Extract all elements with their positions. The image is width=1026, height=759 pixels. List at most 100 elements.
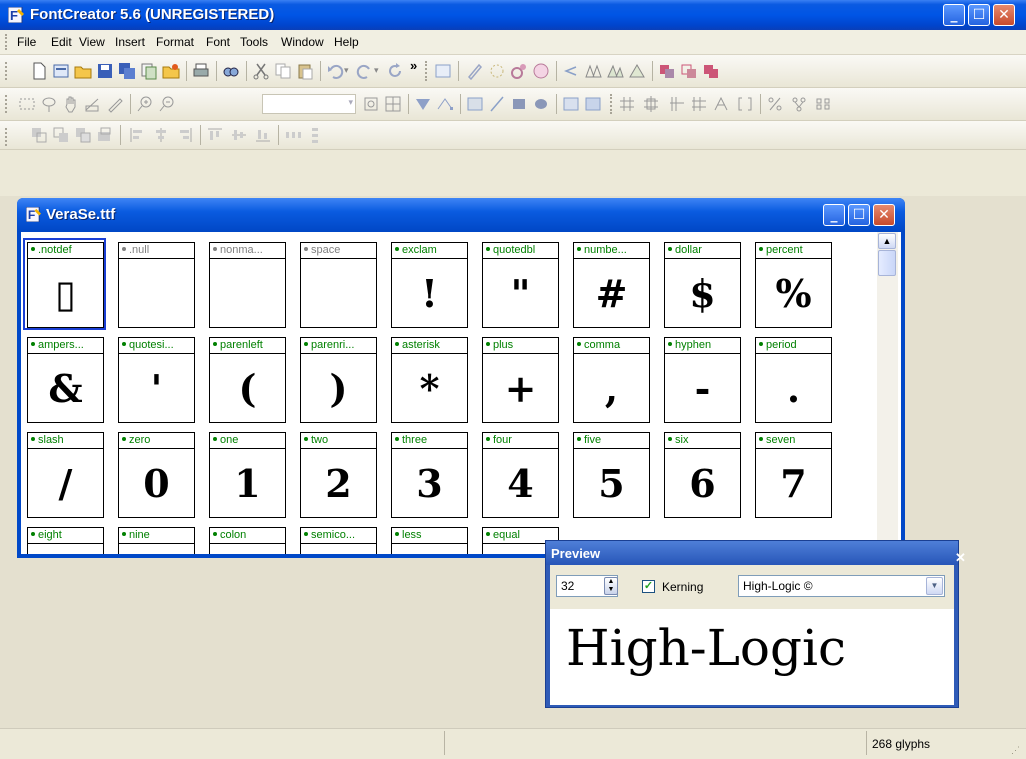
glyph-cell[interactable]: two 2 — [300, 432, 377, 518]
mark-icon[interactable] — [814, 95, 832, 113]
font-window-minimize-button[interactable]: _ — [823, 204, 845, 226]
save-all-icon[interactable] — [118, 62, 136, 80]
scroll-up-button[interactable]: ▲ — [878, 233, 896, 249]
zoom-fit-icon[interactable] — [362, 95, 380, 113]
ellipse-tool-icon[interactable] — [532, 95, 550, 113]
toolbar-grip[interactable] — [5, 62, 10, 80]
glyph-cell[interactable]: slash / — [27, 432, 104, 518]
find-icon[interactable] — [222, 62, 240, 80]
kerning-checkbox[interactable]: ✓ — [642, 580, 655, 593]
line-tool-icon[interactable] — [488, 95, 506, 113]
menu-view[interactable]: View — [79, 35, 105, 49]
distribute-horizontal-icon[interactable] — [284, 126, 302, 144]
glyph-cell[interactable]: three 3 — [391, 432, 468, 518]
metrics-icon[interactable] — [668, 95, 686, 113]
shape-union-icon[interactable] — [658, 62, 676, 80]
glyph-cell[interactable]: hyphen - — [664, 337, 741, 423]
spacing-icon[interactable] — [712, 95, 730, 113]
pen-tool-icon[interactable] — [466, 62, 484, 80]
align-left-icon[interactable] — [128, 126, 146, 144]
print-icon[interactable] — [192, 62, 210, 80]
align-center-icon[interactable] — [152, 126, 170, 144]
link-glyph-icon[interactable] — [510, 62, 528, 80]
cut-icon[interactable] — [252, 62, 270, 80]
menu-insert[interactable]: Insert — [115, 35, 145, 49]
glyph-cell[interactable]: parenleft ( — [209, 337, 286, 423]
spin-up-icon[interactable]: ▲ — [605, 578, 617, 586]
hand-pan-icon[interactable] — [62, 95, 80, 113]
open-project-icon[interactable] — [162, 62, 180, 80]
glyph-cell[interactable]: exclam! — [391, 242, 468, 328]
glyph-cell[interactable]: parenri...) — [300, 337, 377, 423]
glyph-cell[interactable]: ampers... & — [27, 337, 104, 423]
shape-intersect-icon[interactable] — [680, 62, 698, 80]
bring-forward-icon[interactable] — [74, 126, 92, 144]
glyph-cell[interactable]: quotesi... ' — [118, 337, 195, 423]
glyph-cell[interactable]: period. — [755, 337, 832, 423]
glyph-cell[interactable]: nonma... — [209, 242, 286, 328]
menu-edit[interactable]: Edit — [51, 35, 72, 49]
preview-title-bar[interactable]: Preview ✕ — [546, 541, 966, 565]
align-tri-1-icon[interactable] — [584, 62, 602, 80]
copy-icon[interactable] — [274, 62, 292, 80]
glyph-cell[interactable]: dollar $ — [664, 242, 741, 328]
close-button[interactable]: ✕ — [993, 4, 1015, 26]
undo-icon[interactable] — [326, 62, 344, 80]
toolbar-grip[interactable] — [5, 128, 10, 146]
glyph-cell[interactable]: percent% — [755, 242, 832, 328]
refresh-icon[interactable] — [386, 62, 404, 80]
maximize-button[interactable]: ☐ — [968, 4, 990, 26]
kerning-grid-icon[interactable] — [690, 95, 708, 113]
font-window-maximize-button[interactable]: ☐ — [848, 204, 870, 226]
bring-to-front-icon[interactable] — [30, 126, 48, 144]
menu-file[interactable]: File — [17, 35, 36, 49]
test-font-icon[interactable] — [532, 62, 550, 80]
align-bottom-icon[interactable] — [254, 126, 272, 144]
glyph-cell[interactable]: zero 0 — [118, 432, 195, 518]
glyph-cell[interactable]: six 6 — [664, 432, 741, 518]
glyph-cell[interactable]: .notdef ▯ — [23, 238, 106, 330]
font-file-icon[interactable]: F — [26, 207, 42, 222]
align-tri-3-icon[interactable] — [628, 62, 646, 80]
bracket-icon[interactable] — [736, 95, 754, 113]
redo-icon[interactable] — [356, 62, 374, 80]
font-window-title-bar[interactable]: F VeraSe.ttf _ ☐ ✕ — [17, 198, 905, 232]
fontcreator-app-icon[interactable]: F — [8, 7, 25, 23]
star-shape-icon[interactable] — [488, 62, 506, 80]
paste-icon[interactable] — [296, 62, 314, 80]
glyph-cell[interactable]: numbe... # — [573, 242, 650, 328]
menu-format[interactable]: Format — [156, 35, 194, 49]
glyph-cell[interactable]: .null — [118, 242, 195, 328]
image-icon[interactable] — [466, 95, 484, 113]
open-folder-icon[interactable] — [74, 62, 92, 80]
arrow-left-icon[interactable] — [562, 62, 580, 80]
grid-view-icon[interactable] — [384, 95, 402, 113]
glyph-cell[interactable]: seven 7 — [755, 432, 832, 518]
size-spinner[interactable]: ▲ ▼ — [604, 577, 618, 595]
glyph-properties-icon[interactable] — [434, 62, 452, 80]
glyph-cell[interactable]: eight — [27, 527, 104, 554]
minimize-button[interactable]: _ — [943, 4, 965, 26]
main-title-bar[interactable]: F FontCreator 5.6 (UNREGISTERED) _ ☐ ✕ — [0, 0, 1026, 30]
glyph-cell[interactable]: colon — [209, 527, 286, 554]
grid-cross-icon[interactable] — [642, 95, 660, 113]
nodes-icon[interactable] — [436, 95, 454, 113]
rectangle-tool-icon[interactable] — [510, 95, 528, 113]
new-file-icon[interactable] — [30, 62, 48, 80]
glyph-cell[interactable]: semico... — [300, 527, 377, 554]
send-backward-icon[interactable] — [96, 126, 114, 144]
lasso-icon[interactable] — [40, 95, 58, 113]
menu-help[interactable]: Help — [334, 35, 359, 49]
font-window-close-button[interactable]: ✕ — [873, 204, 895, 226]
glyph-cell[interactable]: five 5 — [573, 432, 650, 518]
grid-hash-icon[interactable] — [618, 95, 636, 113]
zoom-dropdown-icon[interactable]: ▾ — [348, 97, 353, 108]
glyph-cell[interactable]: one 1 — [209, 432, 286, 518]
pencil-icon[interactable] — [106, 95, 124, 113]
new-template-icon[interactable] — [52, 62, 70, 80]
toolbar-grip[interactable] — [425, 61, 429, 81]
toolbar-grip[interactable] — [5, 95, 10, 113]
copy-font-icon[interactable] — [140, 62, 158, 80]
toolbar-grip[interactable] — [610, 94, 614, 114]
shape-exclude-icon[interactable] — [702, 62, 720, 80]
